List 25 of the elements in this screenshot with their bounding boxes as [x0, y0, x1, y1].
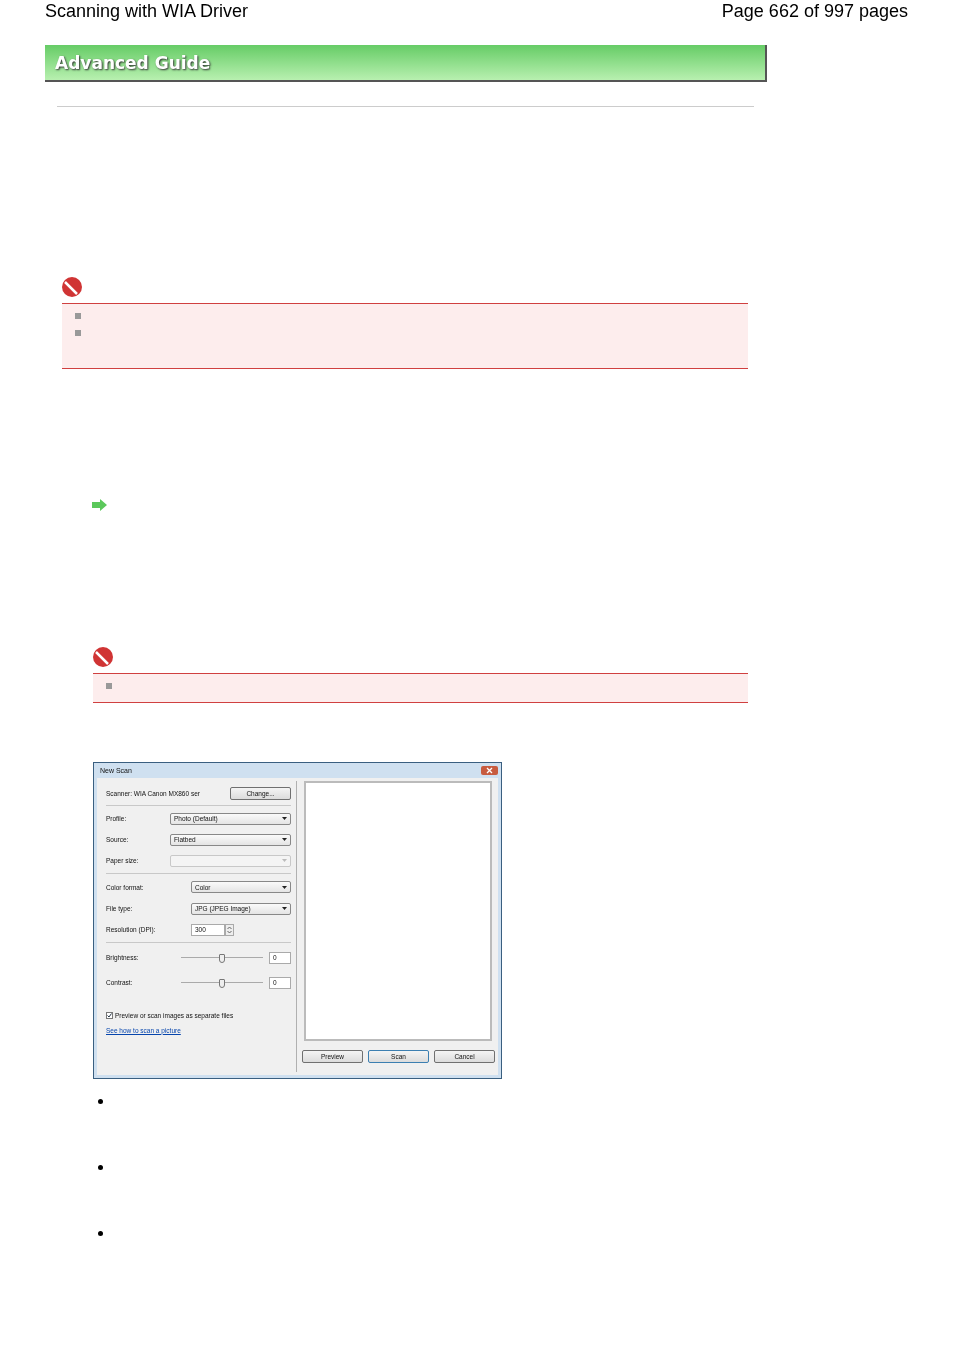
prohibited-icon [93, 647, 113, 667]
close-icon[interactable] [481, 766, 498, 775]
bullet-icon [98, 1231, 103, 1236]
square-bullet-icon [75, 313, 81, 319]
prohibited-icon [62, 277, 82, 297]
caret-icon [282, 838, 287, 841]
bullet-icon [98, 1099, 103, 1104]
slider-track[interactable] [181, 953, 263, 962]
banner-title: Advanced Guide [55, 52, 211, 73]
document-title: Scanning with WIA Driver [45, 0, 249, 23]
caret-icon [282, 817, 287, 820]
arrow-icon [92, 499, 107, 511]
slider-thumb[interactable] [219, 978, 225, 988]
caret-icon [282, 859, 287, 862]
page-count: Page 662 of 997 pages [721, 0, 908, 23]
slider-thumb[interactable] [219, 953, 225, 963]
spinner-icon[interactable] [225, 923, 234, 936]
check-icon [107, 1013, 112, 1018]
square-bullet-icon [75, 330, 81, 336]
caret-icon [282, 885, 287, 889]
caret-icon [282, 907, 287, 910]
square-bullet-icon [106, 683, 112, 689]
checkbox[interactable] [106, 1012, 113, 1019]
slider-track[interactable] [181, 978, 263, 987]
bullet-icon [98, 1165, 103, 1170]
